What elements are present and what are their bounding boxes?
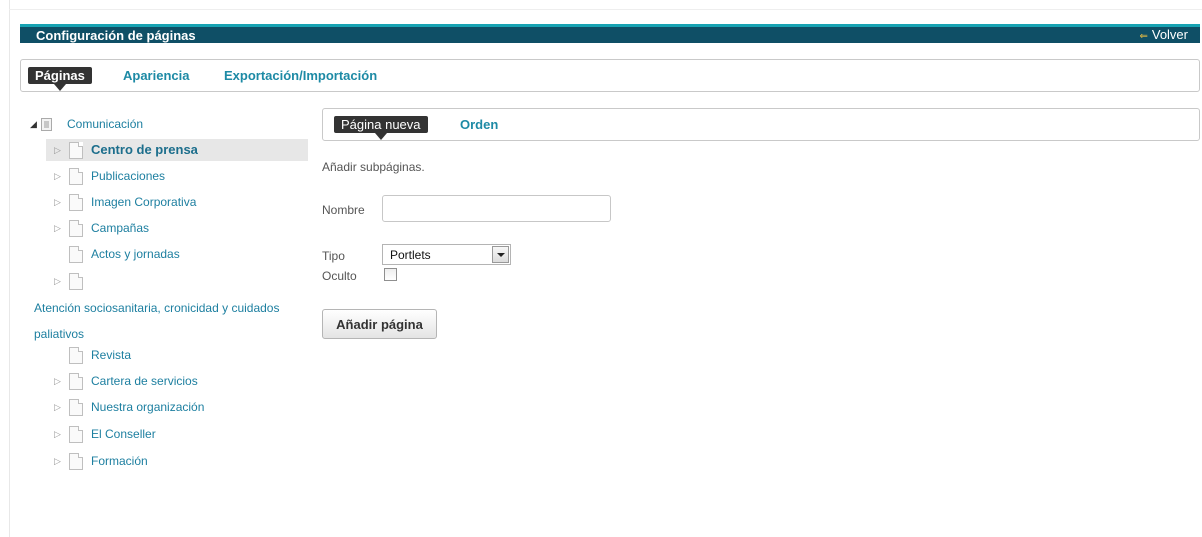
tab-paginas[interactable]: Páginas: [28, 67, 92, 91]
expand-arrow-icon[interactable]: ▷: [54, 165, 62, 187]
tree-item-label[interactable]: Atención sociosanitaria, cronicidad y cu…: [34, 295, 284, 347]
tab-apariencia[interactable]: Apariencia: [123, 67, 189, 84]
expand-arrow-icon[interactable]: ▷: [54, 423, 62, 445]
title-bar: Configuración de páginas ⇐ Volver: [20, 24, 1200, 43]
tree-item-centro-de-prensa[interactable]: ▷ Centro de prensa: [46, 139, 308, 161]
page-icon: [69, 426, 83, 443]
tree-item-label: Centro de prensa: [91, 142, 198, 157]
tree-item-label: Cartera de servicios: [91, 374, 198, 388]
tree-item-label: Publicaciones: [91, 169, 166, 183]
top-divider: [9, 9, 1202, 10]
page-icon: [69, 453, 83, 470]
collapse-arrow-icon[interactable]: ◢: [30, 113, 38, 135]
page-title: Configuración de páginas: [36, 28, 196, 43]
tree-item-nuestra-organizacion[interactable]: ▷ Nuestra organización: [46, 396, 308, 418]
tab-pagina-nueva[interactable]: Página nueva: [334, 116, 428, 140]
dropdown-arrow-icon[interactable]: [492, 246, 509, 263]
tree-item-label: Campañas: [91, 221, 150, 235]
add-page-button[interactable]: Añadir página: [322, 309, 437, 339]
page-icon: [69, 142, 83, 159]
page-icon: [69, 168, 83, 185]
tree-item-publicaciones[interactable]: ▷ Publicaciones: [46, 165, 308, 187]
page-icon: [69, 273, 83, 290]
back-link[interactable]: ⇐ Volver: [1139, 27, 1188, 42]
tree-item-label: Nuestra organización: [91, 400, 205, 414]
back-link-label: Volver: [1151, 27, 1188, 42]
expand-arrow-icon[interactable]: ▷: [54, 370, 62, 392]
name-input[interactable]: [382, 195, 611, 222]
tree-item-el-conseller[interactable]: ▷ El Conseller: [46, 423, 308, 445]
expand-arrow-icon[interactable]: ▷: [54, 450, 62, 472]
type-label: Tipo: [322, 249, 345, 263]
page-icon: [69, 347, 83, 364]
tab-exportacion-importacion[interactable]: Exportación/Importación: [224, 67, 377, 84]
tree-item-atencion-sociosanitaria[interactable]: ▷: [46, 270, 308, 292]
tree-item-label: El Conseller: [91, 427, 156, 441]
subpage-tabs: Página nueva Orden: [322, 108, 1200, 141]
tree-root[interactable]: ◢ Comunicación: [30, 113, 290, 135]
tree-item-imagen-corporativa[interactable]: ▷ Imagen Corporativa: [46, 191, 308, 213]
page-icon: [69, 246, 83, 263]
tree-item-label: Formación: [91, 454, 148, 468]
page-icon: [69, 194, 83, 211]
main-tabs: Páginas Apariencia Exportación/Importaci…: [20, 59, 1200, 92]
type-select-value: Portlets: [390, 248, 431, 262]
name-label: Nombre: [322, 203, 365, 217]
page-icon: [69, 373, 83, 390]
form-intro: Añadir subpáginas.: [322, 160, 425, 174]
type-select[interactable]: Portlets: [382, 244, 511, 265]
expand-arrow-icon[interactable]: ▷: [54, 191, 62, 213]
tree-item-revista[interactable]: Revista: [46, 344, 308, 366]
tree-item-label: Revista: [91, 348, 132, 362]
page-icon: [69, 399, 83, 416]
tree-item-campanas[interactable]: ▷ Campañas: [46, 217, 308, 239]
tab-orden[interactable]: Orden: [460, 116, 498, 133]
hidden-label: Oculto: [322, 269, 357, 283]
page-icon: [69, 220, 83, 237]
expand-arrow-icon[interactable]: ▷: [54, 217, 62, 239]
root-page-icon: [41, 118, 52, 131]
tree-item-label: Actos y jornadas: [91, 247, 180, 261]
expand-arrow-icon[interactable]: ▷: [54, 139, 62, 161]
tree-item-cartera-de-servicios[interactable]: ▷ Cartera de servicios: [46, 370, 308, 392]
tree-item-label: Imagen Corporativa: [91, 195, 197, 209]
hidden-checkbox[interactable]: [384, 268, 397, 281]
tree-root-label: Comunicación: [67, 117, 144, 131]
expand-arrow-icon[interactable]: ▷: [54, 270, 62, 292]
back-arrow-icon: ⇐: [1139, 31, 1148, 42]
tree-item-formacion[interactable]: ▷ Formación: [46, 450, 308, 472]
page-border: [9, 0, 10, 537]
expand-arrow-icon[interactable]: ▷: [54, 396, 62, 418]
tree-item-actos-y-jornadas[interactable]: Actos y jornadas: [46, 243, 308, 265]
